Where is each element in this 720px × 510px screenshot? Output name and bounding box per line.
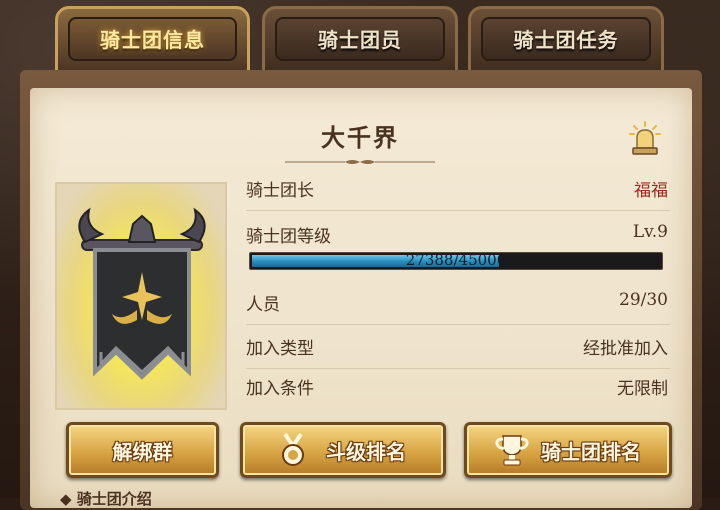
tab-guild-info[interactable]: 骑士团信息 (55, 6, 250, 76)
row-level: 骑士团等级 Lv.9 27388/45000 (246, 218, 670, 278)
join-condition-value: 无限制 (617, 379, 668, 399)
title-divider (285, 160, 435, 164)
row-join-type: 加入类型 经批准加入 (246, 330, 670, 369)
battle-rank-label: 斗级排名 (326, 439, 406, 464)
bell-alert-icon[interactable] (628, 120, 662, 158)
leader-name[interactable]: 福福 (634, 176, 668, 201)
unbind-group-label: 解绑群 (112, 439, 173, 464)
join-type-value: 经批准加入 (583, 339, 668, 359)
row-members: 人员 29/30 (246, 286, 670, 325)
tab-label: 骑士团任务 (513, 27, 619, 52)
tab-label: 骑士团信息 (100, 27, 205, 52)
exp-progress-text: 27388/45000 (405, 251, 507, 269)
level-value: Lv.9 (632, 222, 668, 242)
row-join-condition: 加入条件 无限制 (246, 370, 670, 408)
members-value: 29/30 (619, 290, 668, 310)
join-condition-label: 加入条件 (246, 379, 314, 399)
level-label: 骑士团等级 (246, 227, 331, 247)
guild-banner-emblem (78, 207, 206, 380)
tab-guild-members[interactable]: 骑士团员 (262, 6, 458, 76)
guild-name: 大千界 (321, 124, 399, 152)
battle-rank-button[interactable]: 斗级排名 (240, 422, 446, 478)
join-type-label: 加入类型 (246, 339, 314, 359)
tab-label: 骑士团员 (318, 27, 402, 52)
exp-progress-bar: 27388/45000 (249, 251, 663, 270)
guild-intro-heading[interactable]: ◆ 骑士团介绍 (60, 488, 152, 509)
guild-emblem-box (55, 182, 227, 410)
row-leader: 骑士团长 福福 (246, 172, 670, 211)
guild-rank-button[interactable]: 骑士团排名 (464, 422, 672, 478)
tab-guild-quests[interactable]: 骑士团任务 (468, 6, 664, 76)
leader-label: 骑士团长 (246, 181, 314, 201)
guild-rank-label: 骑士团排名 (541, 439, 641, 464)
trophy-icon (495, 435, 529, 466)
medal-icon (282, 433, 304, 466)
members-label: 人员 (246, 295, 280, 315)
unbind-group-button[interactable]: 解绑群 (66, 422, 219, 478)
